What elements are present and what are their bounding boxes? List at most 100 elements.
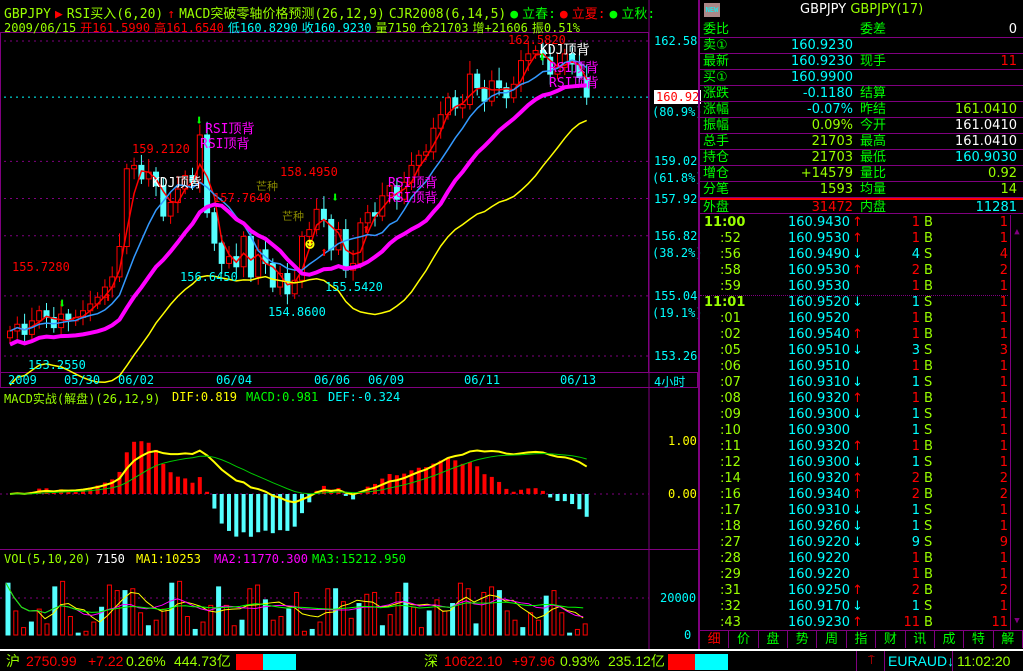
volume-bar [161, 608, 167, 636]
quote-value: 0 [1008, 22, 1017, 37]
tick-side: S [924, 247, 933, 262]
volume-bar [130, 588, 136, 636]
tick-row: :29 160.9220 1 B 1 [700, 567, 1008, 583]
macd-histogram-bar [533, 488, 538, 494]
tick-direction-icon: ↑ [852, 231, 863, 246]
macd-histogram-bar [467, 462, 472, 494]
tick-side: B [924, 487, 933, 502]
macd-histogram-bar [212, 494, 217, 509]
tick-volume: 1 [911, 279, 920, 294]
macd-histogram-bar [234, 494, 239, 537]
tab-6[interactable]: 财 [876, 631, 906, 648]
volume-bar [278, 616, 284, 636]
tick-time: :29 [720, 567, 741, 582]
sh-breadth-bar [236, 654, 296, 670]
candle-body [247, 235, 254, 278]
tick-side: B [924, 551, 933, 566]
price-annotation: 154.8600 [268, 305, 326, 319]
candle-body [481, 87, 488, 102]
tick-price: 160.9530 [788, 263, 851, 278]
macd-histogram-bar [540, 490, 545, 494]
new-badge[interactable]: NEW [704, 3, 720, 17]
volume-bar [582, 623, 588, 636]
tab-3[interactable]: 势 [788, 631, 818, 648]
tab-7[interactable]: 讯 [906, 631, 935, 648]
volume-bar [91, 621, 97, 636]
tick-time: :14 [720, 471, 741, 486]
tab-2[interactable]: 盘 [759, 631, 789, 648]
price-tick: 162.58 [654, 34, 698, 48]
tick-count: 1 [999, 599, 1008, 614]
macd-histogram-bar [190, 482, 195, 494]
macd-histogram-bar [205, 491, 210, 494]
up-arrow-signal-icon: ⬆ [104, 290, 113, 306]
tick-price: 160.9170 [788, 599, 851, 614]
tick-row: :28 160.9220 1 B 1 [700, 551, 1008, 567]
tick-time: :09 [720, 407, 741, 422]
volume-bar [559, 612, 565, 636]
macd-histogram-bar [584, 494, 589, 517]
macd-histogram-bar [197, 477, 202, 494]
tick-side: B [924, 391, 933, 406]
quote-label: 昨结 [860, 102, 887, 117]
tick-direction-icon: ↓ [852, 503, 863, 518]
tick-side: S [924, 423, 933, 438]
tick-row: :43 160.9230 ↑ 11 B 11 [700, 615, 1008, 631]
tick-price: 160.9300 [788, 407, 851, 422]
volume-bar [325, 588, 331, 636]
volume-bar [270, 619, 276, 636]
date-tick: 06/06 [314, 373, 351, 387]
macd-histogram-bar [161, 463, 166, 494]
ticker-symbol[interactable]: EURAUD↓ [884, 651, 954, 671]
quote-label: 最高 [860, 134, 887, 149]
tick-row: :52 160.9530 ↑ 1 B 1 [700, 231, 1008, 247]
tick-price: 160.9430 [788, 215, 851, 230]
volume-bar [184, 616, 190, 636]
tab-8[interactable]: 成 [935, 631, 965, 648]
tick-row: :07 160.9310 ↓ 1 S 1 [700, 375, 1008, 391]
rsi-signal: RSI顶背 [549, 76, 599, 91]
period-selector[interactable]: 4小时 [654, 373, 685, 390]
down-arrow-signal-icon: ⬇ [195, 113, 204, 129]
tab-9[interactable]: 特 [964, 631, 994, 648]
tick-price: 160.9490 [788, 247, 851, 262]
volume-bar [255, 584, 261, 636]
tick-direction-icon: ↑ [852, 471, 863, 486]
tab-4[interactable]: 周 [817, 631, 847, 648]
tick-count: 1 [999, 407, 1008, 422]
macd-histogram-bar [219, 494, 224, 524]
quote-row: 卖① 160.9230 [700, 38, 1023, 54]
scroll-down-icon[interactable]: ▼ [1011, 616, 1023, 626]
volume-bar [528, 612, 534, 636]
quote-value: 0.92 [988, 166, 1017, 181]
scrollbar[interactable]: ▲ ▼ [1010, 215, 1023, 630]
price-tick: 157.92 [654, 191, 698, 206]
quote-row: 振幅 0.09% 今开 161.0410 [700, 118, 1023, 134]
tick-price: 160.9530 [788, 231, 851, 246]
tick-volume: 2 [911, 487, 920, 502]
tick-time: :05 [720, 343, 741, 358]
volume-bar [75, 632, 81, 636]
quote-label: 振幅 [703, 118, 730, 133]
tab-1[interactable]: 价 [729, 631, 759, 648]
candle-body [167, 202, 174, 217]
scroll-up-icon[interactable]: ▲ [1011, 227, 1023, 237]
macd-histogram-bar [168, 472, 173, 494]
tick-price: 160.9320 [788, 439, 851, 454]
quote-value: 160.9900 [790, 70, 853, 85]
tick-row: :27 160.9220 ↓ 9 S 9 [700, 535, 1008, 551]
tick-count: 1 [999, 391, 1008, 406]
volume-bar [177, 580, 183, 636]
macd-histogram-bar [139, 441, 144, 494]
volume-bar [481, 591, 487, 636]
tab-5[interactable]: 指 [847, 631, 877, 648]
quote-row: 增仓 +14579 量比 0.92 [700, 166, 1023, 182]
macd-histogram-bar [227, 494, 231, 531]
tick-time: :43 [720, 615, 741, 630]
tick-side: B [924, 231, 933, 246]
tab-0[interactable]: 细 [700, 631, 730, 648]
quote-value: 160.9230 [790, 54, 853, 69]
volume-bar [192, 628, 198, 636]
candle-body [218, 242, 225, 264]
tab-10[interactable]: 解 [994, 631, 1023, 648]
